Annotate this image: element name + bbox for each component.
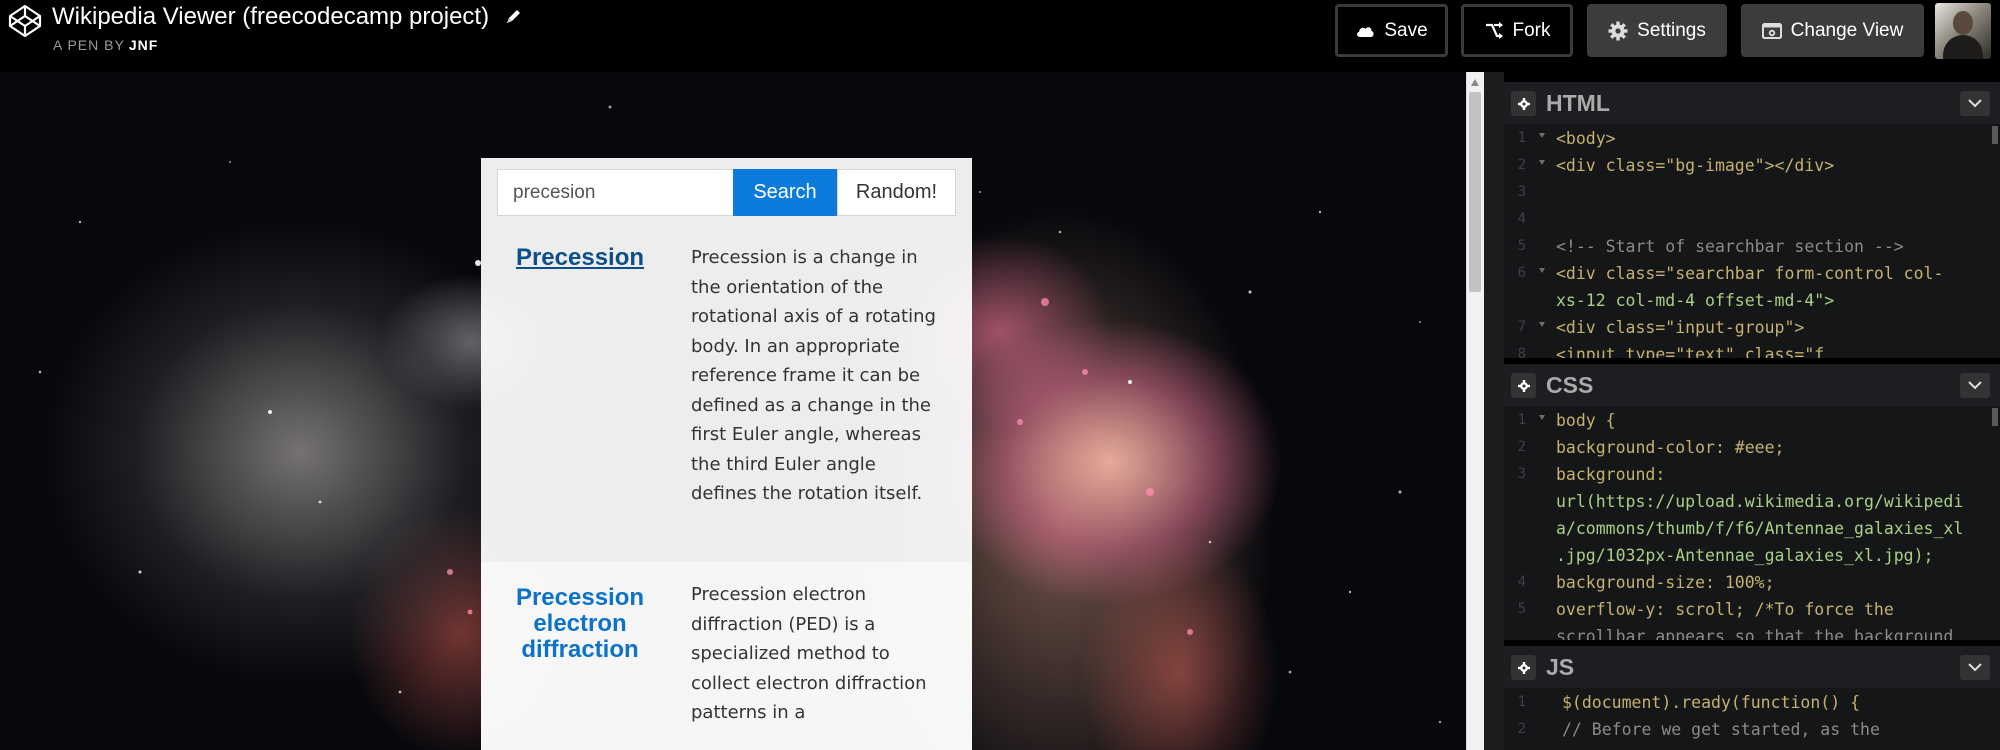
code-line: 4	[1517, 211, 1526, 227]
code-line: scrollbar appears so that the background	[1556, 627, 1954, 640]
html-settings-button[interactable]	[1511, 91, 1536, 116]
gear-icon	[1517, 97, 1530, 110]
js-settings-button[interactable]	[1511, 655, 1536, 680]
js-editor-header: JS	[1504, 646, 2000, 688]
avatar-head	[1953, 11, 1973, 35]
by-label: A PEN BY	[53, 37, 125, 53]
html-editor-panel: HTML 1 <body> 2 <div class="bg-image"></d…	[1504, 82, 2000, 358]
code-line: 5 overflow-y: scroll; /*To force the	[1517, 600, 1894, 619]
gear-icon	[1608, 21, 1628, 40]
fork-icon	[1485, 21, 1503, 39]
fork-button[interactable]: Fork	[1461, 4, 1573, 57]
html-code-area[interactable]: 1 <body> 2 <div class="bg-image"></div> 3…	[1504, 124, 2000, 358]
codepen-logo-icon[interactable]	[8, 4, 42, 38]
search-button[interactable]: Search	[733, 169, 837, 216]
code-line: 3 background:	[1517, 465, 1666, 484]
result-extract: Precession is a change in the orientatio…	[691, 247, 936, 504]
code-line: xs-12 col-md-4 offset-md-4">	[1556, 291, 1835, 310]
settings-button[interactable]: Settings	[1587, 4, 1727, 57]
code-line: 1 <body>	[1517, 129, 1616, 148]
header-bar: Wikipedia Viewer (freecodecamp project) …	[0, 0, 2000, 72]
search-card: Search Random! Precession Precession is …	[481, 158, 972, 750]
user-avatar[interactable]	[1935, 3, 1991, 59]
random-button[interactable]: Random!	[837, 169, 956, 216]
html-collapse-button[interactable]	[1960, 91, 1990, 116]
js-collapse-button[interactable]	[1960, 655, 1990, 680]
code-line: 4 background-size: 100%;	[1517, 573, 1775, 592]
code-line: 2 <div class="bg-image"></div>	[1517, 156, 1835, 175]
css-collapse-button[interactable]	[1960, 373, 1990, 398]
chevron-down-icon	[1968, 99, 1982, 108]
preview-scrollbar-thumb[interactable]	[1469, 92, 1481, 292]
html-editor-header: HTML	[1504, 82, 2000, 124]
code-line: 2 background-color: #eee;	[1517, 438, 1785, 457]
pen-title[interactable]: Wikipedia Viewer (freecodecamp project)	[52, 2, 489, 32]
pen-byline: A PEN BY JNF	[53, 37, 158, 53]
js-editor-title: JS	[1546, 654, 1575, 680]
code-line: 1 $(document).ready(function() {	[1517, 693, 1861, 712]
result-title-link[interactable]: Precession	[481, 245, 679, 271]
chevron-down-icon	[1968, 663, 1982, 672]
search-input[interactable]	[497, 169, 733, 216]
code-line: 3	[1517, 184, 1526, 200]
scroll-up-arrow-icon[interactable]	[1471, 79, 1479, 86]
code-line: 8 <input type="text" class="f	[1517, 345, 1825, 358]
result-preview-pane: Search Random! Precession Precession is …	[0, 72, 1466, 750]
code-line: a/commons/thumb/f/f6/Antennae_galaxies_x…	[1556, 519, 1964, 538]
pencil-edit-icon[interactable]	[504, 6, 524, 26]
cloud-icon	[1357, 26, 1374, 37]
avatar-torso	[1943, 35, 1983, 59]
js-editor-panel: JS 1 $(document).ready(function() { 2 // …	[1504, 646, 2000, 750]
search-bar: Search Random!	[497, 169, 956, 216]
code-line: .jpg/1032px-Antennae_galaxies_xl.jpg);	[1556, 546, 1934, 565]
code-line: 5 <!-- Start of searchbar section -->	[1517, 237, 1904, 256]
css-editor-header: CSS	[1504, 364, 2000, 406]
css-settings-button[interactable]	[1511, 373, 1536, 398]
gear-icon	[1517, 379, 1530, 392]
result-title-link[interactable]: Precession electron diffraction	[481, 585, 679, 663]
code-line: 1 body {	[1517, 411, 1616, 430]
css-code-area[interactable]: 1 body { 2 background-color: #eee; 3 back…	[1504, 406, 2000, 640]
save-button-label: Save	[1384, 19, 1428, 41]
save-button[interactable]: Save	[1335, 4, 1448, 57]
change-view-button-label: Change View	[1790, 19, 1904, 41]
css-editor-title: CSS	[1546, 372, 1594, 398]
settings-button-label: Settings	[1637, 19, 1706, 41]
result-extract: Precession electron diffraction (PED) is…	[691, 584, 927, 723]
author-link[interactable]: JNF	[129, 37, 158, 53]
pane-resize-divider[interactable]	[1484, 72, 1504, 750]
change-view-button[interactable]: Change View	[1741, 4, 1924, 57]
gear-icon	[1517, 661, 1530, 674]
result-item: Precession Precession is a change in the…	[481, 225, 972, 562]
js-code-area[interactable]: 1 $(document).ready(function() { 2 // Bef…	[1504, 688, 2000, 750]
fork-button-label: Fork	[1512, 19, 1551, 41]
code-line: 7 <div class="input-group">	[1517, 318, 1805, 337]
css-editor-panel: CSS 1 body { 2 background-color: #eee; 3 …	[1504, 364, 2000, 640]
layout-view-icon	[1761, 22, 1782, 39]
html-editor-title: HTML	[1546, 90, 1610, 116]
code-line: url(https://upload.wikimedia.org/wikiped…	[1556, 492, 1964, 511]
code-line: 2 // Before we get started, as the	[1517, 720, 1880, 739]
code-line: 6 <div class="searchbar form-control col…	[1517, 264, 1944, 283]
chevron-down-icon	[1968, 381, 1982, 390]
result-item: Precession electron diffraction Precessi…	[481, 562, 972, 750]
